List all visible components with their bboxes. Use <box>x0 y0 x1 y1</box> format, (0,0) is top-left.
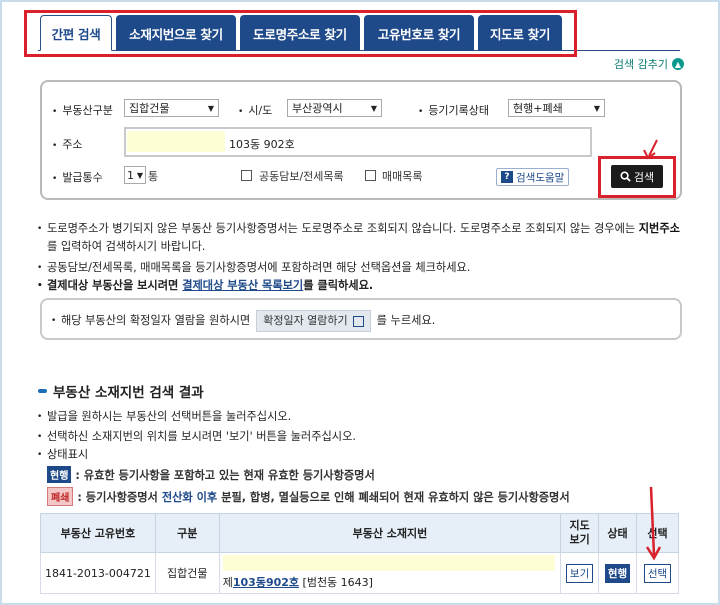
registry-status-select[interactable]: 현행+폐쇄 ▼ <box>508 99 605 117</box>
status-current-badge: 현행 <box>47 466 72 483</box>
map-view-button[interactable]: 보기 <box>565 563 594 583</box>
property-type-select[interactable]: 집합건물 ▼ <box>124 99 219 117</box>
registry-status-value: 현행+폐쇄 <box>513 102 563 115</box>
external-link-icon <box>352 315 364 327</box>
hide-search-toggle[interactable]: 검색 감추기 ▲ <box>614 56 684 72</box>
notice-payment-text: 결제대상 부동산을 보시려면 <box>47 279 183 292</box>
notice-payment: 결제대상 부동산을 보시려면 결제대상 부동산 목록보기를 클릭하세요. <box>37 277 687 295</box>
copies-value: 1 <box>127 168 134 182</box>
row-address-cell: 제103동902호 [범천동 1643] <box>218 552 562 594</box>
question-icon: ? <box>501 171 513 183</box>
row-status-cell: 현행 <box>598 552 638 594</box>
collateral-checkbox[interactable] <box>241 170 252 181</box>
row-unique-number: 1841-2013-004721 <box>40 552 156 594</box>
region-label: 시/도 <box>238 102 272 118</box>
header-type: 구분 <box>154 513 220 553</box>
select-button[interactable]: 선택 <box>643 563 672 583</box>
row-address: 제103동902호 [범천동 1643] <box>220 556 560 590</box>
copies-select[interactable]: 1 ▼ <box>124 166 146 184</box>
results-title: 부동산 소재지번 검색 결과 <box>38 381 204 401</box>
confirmation-date-button[interactable]: 확정일자 열람하기 <box>256 310 371 332</box>
header-unique-number: 부동산 고유번호 <box>40 513 156 553</box>
notice-payment-text-end: 를 클릭하세요. <box>303 279 374 292</box>
confirmation-date-text-end: 를 누르세요. <box>376 314 436 327</box>
row-address-suffix: [범천동 1643] <box>299 576 373 589</box>
hide-search-label: 검색 감추기 <box>613 58 668 71</box>
chevron-down-icon: ▼ <box>136 170 143 180</box>
header-address: 부동산 소재지번 <box>218 513 562 553</box>
header-status: 상태 <box>598 513 638 553</box>
results-instruction-select: 발급을 원하시는 부동산의 선택버튼을 눌러주십시오. <box>37 408 291 426</box>
chevron-down-icon: ▼ <box>207 103 214 113</box>
collateral-label: 공동담보/전세목록 <box>259 170 344 183</box>
notice-road-address: 도로명주소가 병기되지 않은 부동산 등기사항증명서는 도로명주소로 조회되지 … <box>37 220 687 256</box>
notice-road-address-text-end: 를 입력하여 검색하시기 바랍니다. <box>47 240 206 253</box>
status-current-text: : 유효한 등기사항을 포함하고 있는 현재 유효한 등기사항증명서 <box>75 468 375 482</box>
table-row: 1841-2013-004721 집합건물 제103동902호 [범천동 164… <box>40 552 679 594</box>
row-type: 집합건물 <box>154 552 220 594</box>
registry-status-label: 등기기록상태 <box>418 102 489 118</box>
results-title-text: 부동산 소재지번 검색 결과 <box>53 385 204 401</box>
search-button[interactable]: 검색 <box>611 165 663 188</box>
status-legend-closed: 폐쇄 : 등기사항증명서 전산화 이후 분필, 합병, 멸실등으로 인해 폐쇄되… <box>47 487 570 506</box>
status-legend-current: 현행 : 유효한 등기사항을 포함하고 있는 현재 유효한 등기사항증명서 <box>47 466 375 483</box>
search-help-button[interactable]: ? 검색도움말 <box>496 168 570 186</box>
property-type-label: 부동산구분 <box>52 102 113 118</box>
confirmation-date-button-label: 확정일자 열람하기 <box>263 314 348 327</box>
copies-unit: 통 <box>148 170 159 183</box>
row-address-link[interactable]: 103동902호 <box>233 576 299 589</box>
row-map-cell: 보기 <box>560 552 600 594</box>
search-button-label: 검색 <box>633 170 655 184</box>
sales-list-checkbox[interactable] <box>365 170 376 181</box>
address-redaction <box>127 131 225 152</box>
search-help-label: 검색도움말 <box>516 171 565 184</box>
annotation-arrow-icon <box>645 486 662 561</box>
region-value: 부산광역시 <box>292 102 343 115</box>
chevron-up-icon: ▲ <box>672 58 684 70</box>
confirmation-date-notice: 해당 부동산의 확정일자 열람을 원하시면 확정일자 열람하기 를 누르세요. <box>51 310 436 332</box>
title-bullet-icon <box>38 389 47 393</box>
chevron-down-icon: ▼ <box>370 103 377 113</box>
payment-list-link[interactable]: 결제대상 부동산 목록보기 <box>182 279 303 292</box>
confirmation-date-text: 해당 부동산의 확정일자 열람을 원하시면 <box>61 314 251 327</box>
copies-label: 발급통수 <box>52 169 102 185</box>
tab-simple-search[interactable]: 간편 검색 <box>40 15 112 51</box>
search-icon <box>620 171 631 182</box>
notice-options: 공동담보/전세목록, 매매목록을 등기사항증명서에 포함하려면 해당 선택옵션을… <box>37 259 687 277</box>
results-instruction-map: 선택하신 소재지번의 위치를 보시려면 '보기' 버튼을 눌러주십시오. <box>37 428 356 446</box>
table-header-row: 부동산 고유번호 구분 부동산 소재지번 지도 보기 상태 선택 <box>40 513 679 553</box>
region-select[interactable]: 부산광역시 ▼ <box>287 99 382 117</box>
header-map: 지도 보기 <box>560 513 600 553</box>
sales-list-label: 매매목록 <box>382 170 423 183</box>
status-closed-badge: 폐쇄 <box>47 487 74 506</box>
status-closed-text-end: 분필, 합병, 멸실등으로 인해 폐쇄되어 현재 유효하지 않은 등기사항증명서 <box>221 490 570 504</box>
row-address-prefix: 제 <box>222 576 233 589</box>
address-input-value: 103동 902호 <box>229 138 295 151</box>
property-type-value: 집합건물 <box>129 102 170 115</box>
status-closed-text: : 등기사항증명서 <box>77 490 158 504</box>
notice-road-address-text: 도로명주소가 병기되지 않은 부동산 등기사항증명서는 도로명주소로 조회되지 … <box>47 222 639 235</box>
row-status-badge: 현행 <box>604 563 631 583</box>
results-status-legend-title: 상태표시 <box>37 446 88 464</box>
address-label: 주소 <box>52 136 82 152</box>
chevron-down-icon: ▼ <box>593 103 600 113</box>
notice-lot-address-emphasis: 지번주소 <box>638 222 680 235</box>
status-closed-emphasis: 전산화 이후 <box>161 490 218 504</box>
results-table: 부동산 고유번호 구분 부동산 소재지번 지도 보기 상태 선택 1841-20… <box>40 513 679 594</box>
annotation-arrow-icon <box>643 139 658 160</box>
